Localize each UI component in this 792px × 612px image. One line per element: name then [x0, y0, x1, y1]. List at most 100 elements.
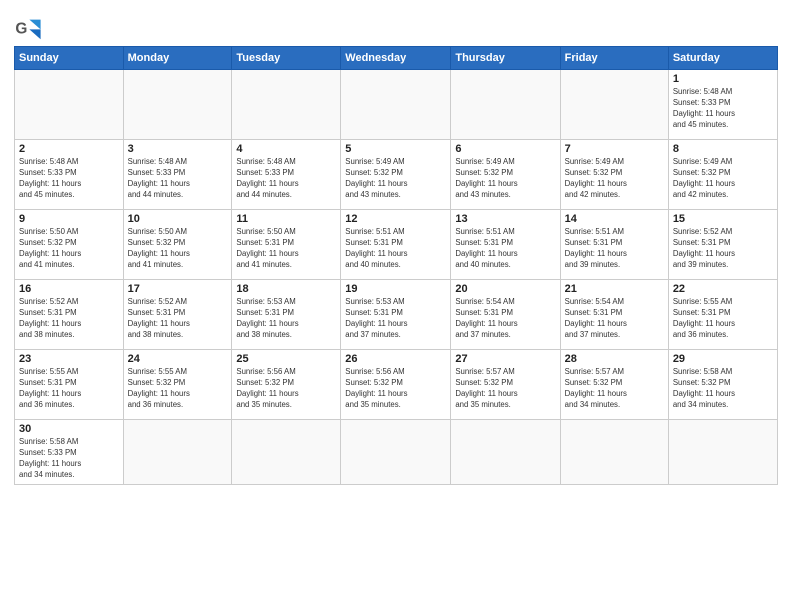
- calendar-cell: 6Sunrise: 5:49 AM Sunset: 5:32 PM Daylig…: [451, 140, 560, 210]
- day-info: Sunrise: 5:55 AM Sunset: 5:32 PM Dayligh…: [128, 367, 228, 411]
- calendar-cell: 11 Sunrise: 5:50 AM Sunset: 5:31 PM Dayli…: [232, 210, 341, 280]
- weekday-header-wednesday: Wednesday: [341, 47, 451, 70]
- day-number: 28: [565, 353, 664, 365]
- day-number: 10: [128, 213, 228, 225]
- calendar-cell: [451, 70, 560, 140]
- calendar-cell: 23Sunrise: 5:55 AM Sunset: 5:31 PM Dayli…: [15, 350, 124, 420]
- day-info: Sunrise: 5:55 AM Sunset: 5:31 PM Dayligh…: [19, 367, 119, 411]
- day-number: 14: [565, 213, 664, 225]
- calendar-cell: 12Sunrise: 5:51 AM Sunset: 5:31 PM Dayli…: [341, 210, 451, 280]
- day-info: Sunrise: 5:52 AM Sunset: 5:31 PM Dayligh…: [128, 297, 228, 341]
- day-number: 11: [236, 213, 336, 225]
- day-info: Sunrise: 5:49 AM Sunset: 5:32 PM Dayligh…: [455, 157, 555, 201]
- calendar-cell: 21Sunrise: 5:54 AM Sunset: 5:31 PM Dayli…: [560, 280, 668, 350]
- day-info: Sunrise: 5:50 AM Sunset: 5:32 PM Dayligh…: [128, 227, 228, 271]
- day-info: Sunrise: 5:56 AM Sunset: 5:32 PM Dayligh…: [236, 367, 336, 411]
- calendar-cell: 7Sunrise: 5:49 AM Sunset: 5:32 PM Daylig…: [560, 140, 668, 210]
- day-number: 1: [673, 73, 773, 85]
- calendar-cell: 10 Sunrise: 5:50 AM Sunset: 5:32 PM Dayli…: [123, 210, 232, 280]
- day-info: Sunrise: 5:55 AM Sunset: 5:31 PM Dayligh…: [673, 297, 773, 341]
- calendar-cell: 27Sunrise: 5:57 AM Sunset: 5:32 PM Dayli…: [451, 350, 560, 420]
- calendar-cell: 25 Sunrise: 5:56 AM Sunset: 5:32 PM Dayli…: [232, 350, 341, 420]
- day-number: 13: [455, 213, 555, 225]
- calendar-cell: 13 Sunrise: 5:51 AM Sunset: 5:31 PM Dayli…: [451, 210, 560, 280]
- day-number: 22: [673, 283, 773, 295]
- calendar-week-2: 2 Sunrise: 5:48 AM Sunset: 5:33 PM Daylig…: [15, 140, 778, 210]
- calendar-cell: 24 Sunrise: 5:55 AM Sunset: 5:32 PM Dayli…: [123, 350, 232, 420]
- day-number: 2: [19, 143, 119, 155]
- day-info: Sunrise: 5:49 AM Sunset: 5:32 PM Dayligh…: [345, 157, 446, 201]
- calendar-week-3: 9Sunrise: 5:50 AM Sunset: 5:32 PM Daylig…: [15, 210, 778, 280]
- calendar-cell: [123, 70, 232, 140]
- calendar-cell: [341, 420, 451, 485]
- day-number: 20: [455, 283, 555, 295]
- day-info: Sunrise: 5:49 AM Sunset: 5:32 PM Dayligh…: [673, 157, 773, 201]
- day-info: Sunrise: 5:51 AM Sunset: 5:31 PM Dayligh…: [565, 227, 664, 271]
- day-number: 17: [128, 283, 228, 295]
- calendar-cell: 2 Sunrise: 5:48 AM Sunset: 5:33 PM Daylig…: [15, 140, 124, 210]
- calendar-cell: 26 Sunrise: 5:56 AM Sunset: 5:32 PM Dayli…: [341, 350, 451, 420]
- calendar-week-6: 30 Sunrise: 5:58 AM Sunset: 5:33 PM Dayli…: [15, 420, 778, 485]
- day-info: Sunrise: 5:53 AM Sunset: 5:31 PM Dayligh…: [236, 297, 336, 341]
- calendar-cell: 29 Sunrise: 5:58 AM Sunset: 5:32 PM Dayli…: [668, 350, 777, 420]
- calendar-cell: 8 Sunrise: 5:49 AM Sunset: 5:32 PM Daylig…: [668, 140, 777, 210]
- day-number: 4: [236, 143, 336, 155]
- calendar-cell: 22 Sunrise: 5:55 AM Sunset: 5:31 PM Dayli…: [668, 280, 777, 350]
- weekday-header-monday: Monday: [123, 47, 232, 70]
- day-number: 7: [565, 143, 664, 155]
- calendar-cell: 4 Sunrise: 5:48 AM Sunset: 5:33 PM Daylig…: [232, 140, 341, 210]
- calendar-cell: 30 Sunrise: 5:58 AM Sunset: 5:33 PM Dayli…: [15, 420, 124, 485]
- day-number: 26: [345, 353, 446, 365]
- calendar-cell: [668, 420, 777, 485]
- day-info: Sunrise: 5:57 AM Sunset: 5:32 PM Dayligh…: [565, 367, 664, 411]
- calendar-cell: 18 Sunrise: 5:53 AM Sunset: 5:31 PM Dayli…: [232, 280, 341, 350]
- day-number: 18: [236, 283, 336, 295]
- calendar-cell: [560, 420, 668, 485]
- calendar-cell: [341, 70, 451, 140]
- calendar-header: SundayMondayTuesdayWednesdayThursdayFrid…: [15, 47, 778, 70]
- day-number: 8: [673, 143, 773, 155]
- calendar-cell: 3 Sunrise: 5:48 AM Sunset: 5:33 PM Daylig…: [123, 140, 232, 210]
- calendar-cell: 20Sunrise: 5:54 AM Sunset: 5:31 PM Dayli…: [451, 280, 560, 350]
- day-info: Sunrise: 5:53 AM Sunset: 5:31 PM Dayligh…: [345, 297, 446, 341]
- calendar-cell: 19 Sunrise: 5:53 AM Sunset: 5:31 PM Dayli…: [341, 280, 451, 350]
- calendar: SundayMondayTuesdayWednesdayThursdayFrid…: [14, 46, 778, 485]
- day-info: Sunrise: 5:56 AM Sunset: 5:32 PM Dayligh…: [345, 367, 446, 411]
- calendar-cell: 5 Sunrise: 5:49 AM Sunset: 5:32 PM Daylig…: [341, 140, 451, 210]
- day-info: Sunrise: 5:48 AM Sunset: 5:33 PM Dayligh…: [236, 157, 336, 201]
- calendar-cell: 16Sunrise: 5:52 AM Sunset: 5:31 PM Dayli…: [15, 280, 124, 350]
- calendar-cell: 1Sunrise: 5:48 AM Sunset: 5:33 PM Daylig…: [668, 70, 777, 140]
- day-number: 12: [345, 213, 446, 225]
- day-number: 27: [455, 353, 555, 365]
- calendar-cell: 28 Sunrise: 5:57 AM Sunset: 5:32 PM Dayli…: [560, 350, 668, 420]
- day-info: Sunrise: 5:50 AM Sunset: 5:31 PM Dayligh…: [236, 227, 336, 271]
- day-info: Sunrise: 5:50 AM Sunset: 5:32 PM Dayligh…: [19, 227, 119, 271]
- page: G SundayMondayTuesdayWednesdayThursdayFr…: [0, 0, 792, 612]
- calendar-cell: [232, 420, 341, 485]
- calendar-cell: [232, 70, 341, 140]
- calendar-week-4: 16Sunrise: 5:52 AM Sunset: 5:31 PM Dayli…: [15, 280, 778, 350]
- day-info: Sunrise: 5:48 AM Sunset: 5:33 PM Dayligh…: [128, 157, 228, 201]
- logo-icon: G: [14, 14, 42, 42]
- day-number: 25: [236, 353, 336, 365]
- calendar-week-1: 1Sunrise: 5:48 AM Sunset: 5:33 PM Daylig…: [15, 70, 778, 140]
- day-number: 30: [19, 423, 119, 435]
- weekday-header-sunday: Sunday: [15, 47, 124, 70]
- day-number: 29: [673, 353, 773, 365]
- calendar-cell: 14 Sunrise: 5:51 AM Sunset: 5:31 PM Dayli…: [560, 210, 668, 280]
- day-number: 19: [345, 283, 446, 295]
- day-info: Sunrise: 5:51 AM Sunset: 5:31 PM Dayligh…: [455, 227, 555, 271]
- calendar-cell: [451, 420, 560, 485]
- day-number: 3: [128, 143, 228, 155]
- day-info: Sunrise: 5:58 AM Sunset: 5:33 PM Dayligh…: [19, 437, 119, 481]
- day-info: Sunrise: 5:58 AM Sunset: 5:32 PM Dayligh…: [673, 367, 773, 411]
- calendar-cell: 17 Sunrise: 5:52 AM Sunset: 5:31 PM Dayli…: [123, 280, 232, 350]
- weekday-header-thursday: Thursday: [451, 47, 560, 70]
- day-info: Sunrise: 5:48 AM Sunset: 5:33 PM Dayligh…: [19, 157, 119, 201]
- day-info: Sunrise: 5:52 AM Sunset: 5:31 PM Dayligh…: [19, 297, 119, 341]
- day-number: 24: [128, 353, 228, 365]
- day-number: 15: [673, 213, 773, 225]
- calendar-cell: 9Sunrise: 5:50 AM Sunset: 5:32 PM Daylig…: [15, 210, 124, 280]
- weekday-row: SundayMondayTuesdayWednesdayThursdayFrid…: [15, 47, 778, 70]
- day-number: 5: [345, 143, 446, 155]
